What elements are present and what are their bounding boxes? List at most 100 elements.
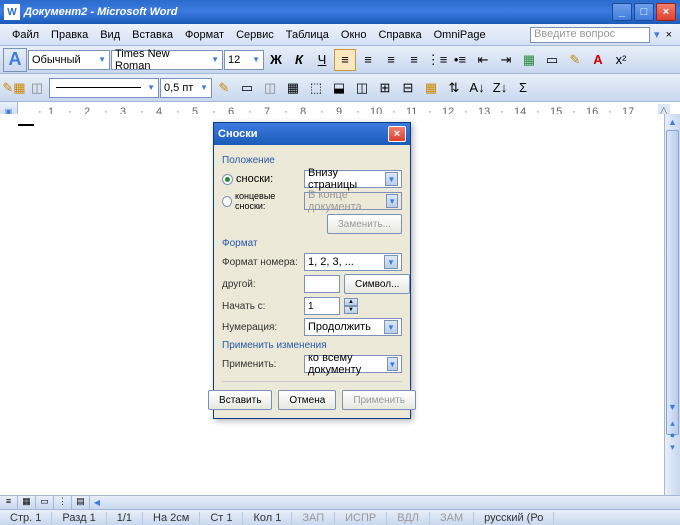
print-view-button[interactable]: ▭ — [36, 496, 54, 510]
dialog-close-button[interactable]: × — [388, 126, 406, 142]
styles-pane-button[interactable]: A — [3, 48, 27, 72]
tables-borders-toolbar: ✎▦ ◫ ▼ 0,5 пт▼ ✎ ▭ ◫ ▦ ⬚ ⬓ ◫ ⊞ ⊟ ▦ ⇅ A↓ … — [0, 74, 680, 102]
dialog-titlebar[interactable]: Сноски × — [214, 123, 410, 145]
sort-desc-button[interactable]: Z↓ — [489, 77, 511, 99]
insert-table-button[interactable]: ▦ — [518, 49, 540, 71]
symbol-button[interactable]: Символ... — [344, 274, 410, 294]
split-cells-button[interactable]: ⬓ — [328, 77, 350, 99]
scroll-up-button[interactable]: ▲ — [665, 114, 680, 130]
start-at-input[interactable] — [304, 297, 340, 315]
dialog-title: Сноски — [218, 128, 258, 140]
normal-view-button[interactable]: ≡ — [0, 496, 18, 510]
app-icon: W — [4, 4, 20, 20]
numbering-combo[interactable]: Продолжить▼ — [304, 318, 402, 336]
draw-table-button[interactable]: ✎▦ — [3, 77, 25, 99]
vertical-scrollbar[interactable]: ▲ ▼ ▴ ● ▾ — [664, 114, 680, 495]
shading-color-button[interactable]: ◫ — [259, 77, 281, 99]
apply-to-combo[interactable]: ко всему документу▼ — [304, 355, 402, 373]
merge-cells-button[interactable]: ⬚ — [305, 77, 327, 99]
underline-button[interactable]: Ч — [311, 49, 333, 71]
footnotes-radio[interactable] — [222, 174, 233, 185]
bullet-list-button[interactable]: •≡ — [449, 49, 471, 71]
menu-insert[interactable]: Вставка — [126, 27, 179, 43]
prev-page-button[interactable]: ▴ — [665, 415, 680, 427]
align-center-button[interactable]: ≡ — [357, 49, 379, 71]
status-rec: ЗАП — [292, 512, 335, 524]
font-color-button[interactable]: A — [587, 49, 609, 71]
start-at-spin-up[interactable]: ▲ — [344, 298, 358, 306]
numbered-list-button[interactable]: ⋮≡ — [426, 49, 448, 71]
align-left-button[interactable]: ≡ — [334, 49, 356, 71]
section-format-label: Формат — [222, 238, 402, 249]
next-page-button[interactable]: ▾ — [665, 439, 680, 451]
distribute-cols-button[interactable]: ⊟ — [397, 77, 419, 99]
help-dropdown-icon[interactable]: ▾ — [650, 28, 664, 41]
align-right-button[interactable]: ≡ — [380, 49, 402, 71]
font-combo[interactable]: Times New Roman▼ — [111, 50, 223, 70]
bold-button[interactable]: Ж — [265, 49, 287, 71]
status-trk: ИСПР — [335, 512, 387, 524]
status-pages: 1/1 — [107, 512, 143, 524]
menu-file[interactable]: Файл — [6, 27, 45, 43]
highlight-button[interactable]: ✎ — [564, 49, 586, 71]
line-style-combo[interactable]: ▼ — [49, 78, 159, 98]
autosum-button[interactable]: Σ — [512, 77, 534, 99]
align-cells-button[interactable]: ◫ — [351, 77, 373, 99]
view-bar: ≡ ▦ ▭ ⋮ ▤ ◀ — [0, 495, 680, 509]
status-page: Стр. 1 — [0, 512, 52, 524]
menu-help[interactable]: Справка — [372, 27, 427, 43]
increase-indent-button[interactable]: ⇥ — [495, 49, 517, 71]
distribute-rows-button[interactable]: ⊞ — [374, 77, 396, 99]
text-direction-button[interactable]: ⇅ — [443, 77, 465, 99]
browse-object-button[interactable]: ● — [665, 427, 680, 439]
ask-question-input[interactable]: Введите вопрос — [530, 27, 650, 43]
borders-button[interactable]: ▭ — [541, 49, 563, 71]
status-line: Ст 1 — [200, 512, 243, 524]
cancel-button[interactable]: Отмена — [278, 390, 336, 410]
line-weight-combo[interactable]: 0,5 пт▼ — [160, 78, 212, 98]
decrease-indent-button[interactable]: ⇤ — [472, 49, 494, 71]
eraser-button[interactable]: ◫ — [26, 77, 48, 99]
close-button[interactable]: × — [656, 3, 676, 21]
custom-mark-input[interactable] — [304, 275, 340, 293]
menu-window[interactable]: Окно — [335, 27, 373, 43]
doc-close-button[interactable]: × — [664, 29, 674, 41]
menu-tools[interactable]: Сервис — [230, 27, 280, 43]
text-cursor — [18, 124, 34, 126]
minimize-button[interactable]: _ — [612, 3, 632, 21]
endnotes-radio[interactable] — [222, 196, 232, 207]
window-titlebar: W Документ2 - Microsoft Word _ □ × — [0, 0, 680, 24]
style-combo[interactable]: Обычный▼ — [28, 50, 110, 70]
menu-view[interactable]: Вид — [94, 27, 126, 43]
hscroll-left-button[interactable]: ◀ — [90, 498, 104, 507]
autoformat-button[interactable]: ▦ — [420, 77, 442, 99]
border-color-button[interactable]: ✎ — [213, 77, 235, 99]
scroll-thumb[interactable] — [666, 130, 679, 435]
align-justify-button[interactable]: ≡ — [403, 49, 425, 71]
endnotes-radio-label: концевые сноски: — [235, 191, 300, 211]
numbering-label: Нумерация: — [222, 322, 300, 333]
italic-button[interactable]: К — [288, 49, 310, 71]
insert-table-button-2[interactable]: ▦ — [282, 77, 304, 99]
outside-border-button[interactable]: ▭ — [236, 77, 258, 99]
sort-asc-button[interactable]: A↓ — [466, 77, 488, 99]
menu-omnipage[interactable]: OmniPage — [428, 27, 492, 43]
footnotes-dialog: Сноски × Положение сноски: Внизу страниц… — [213, 122, 411, 419]
maximize-button[interactable]: □ — [634, 3, 654, 21]
font-size-combo[interactable]: 12▼ — [224, 50, 264, 70]
number-format-combo[interactable]: 1, 2, 3, ...▼ — [304, 253, 402, 271]
status-at: На 2см — [143, 512, 200, 524]
web-view-button[interactable]: ▦ — [18, 496, 36, 510]
superscript-button[interactable]: x² — [610, 49, 632, 71]
footnotes-position-combo[interactable]: Внизу страницы▼ — [304, 170, 402, 188]
reading-view-button[interactable]: ▤ — [72, 496, 90, 510]
menu-edit[interactable]: Правка — [45, 27, 94, 43]
outline-view-button[interactable]: ⋮ — [54, 496, 72, 510]
scroll-down-button[interactable]: ▼ — [665, 399, 680, 415]
start-at-spin-down[interactable]: ▼ — [344, 306, 358, 314]
menu-table[interactable]: Таблица — [280, 27, 335, 43]
number-format-label: Формат номера: — [222, 257, 300, 268]
status-language[interactable]: русский (Ро — [474, 512, 554, 524]
insert-button[interactable]: Вставить — [208, 390, 272, 410]
menu-format[interactable]: Формат — [179, 27, 230, 43]
